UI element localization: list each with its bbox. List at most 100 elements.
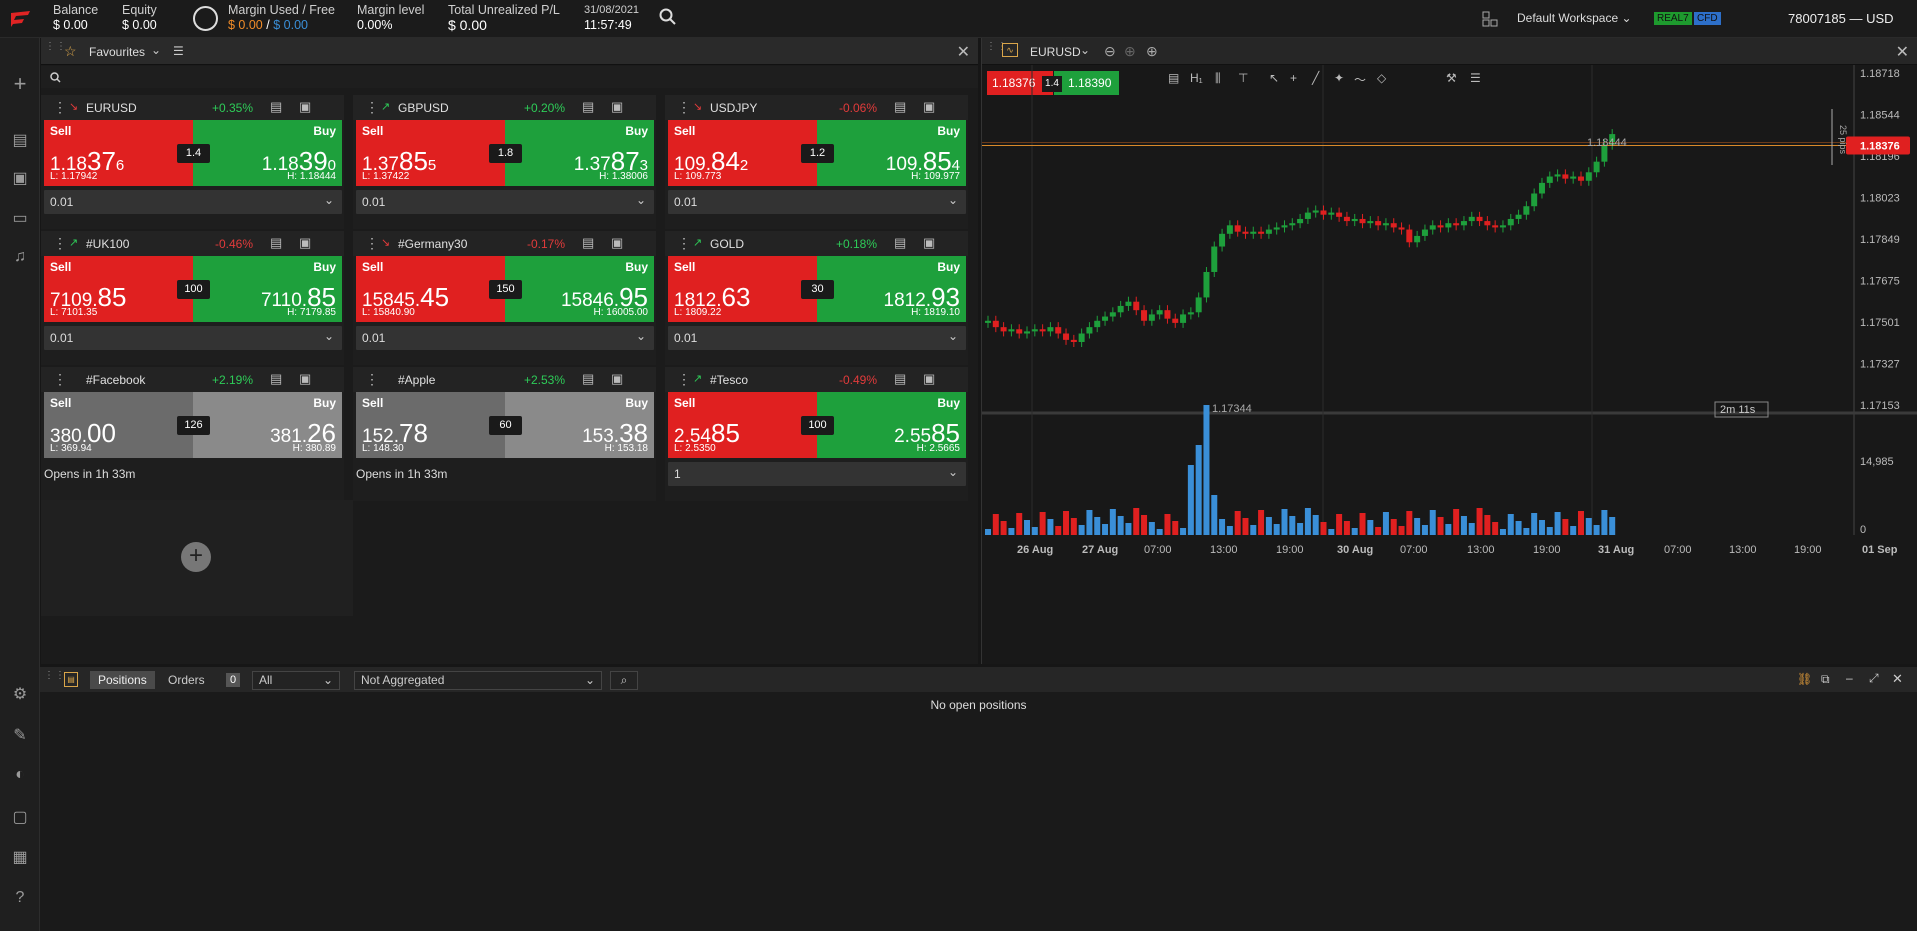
more-icon[interactable]: ⋮ (677, 372, 691, 386)
buy-button[interactable]: Buy 1.37873 H: 1.38006 (505, 120, 654, 186)
instrument-name[interactable]: #Tesco (710, 373, 748, 387)
open-chart-icon[interactable]: ▣ (611, 99, 629, 114)
sell-button[interactable]: Sell 109.842 L: 109.773 (668, 120, 817, 186)
tab-positions[interactable]: Positions (90, 671, 155, 689)
chart-icon[interactable]: ▣ (6, 164, 34, 192)
help-icon[interactable]: ? (6, 884, 34, 912)
sell-button[interactable]: Sell 1.18376 L: 1.17942 (44, 120, 193, 186)
sell-button[interactable]: Sell 15845.45 L: 15840.90 (356, 256, 505, 322)
more-icon[interactable]: ⋮ (365, 100, 379, 114)
order-ticket-icon[interactable]: ▤ (894, 235, 912, 250)
zoom-out-icon[interactable]: ⊖ (1104, 43, 1116, 60)
order-ticket-icon[interactable]: ▤ (270, 235, 288, 250)
order-ticket-icon[interactable]: ▤ (582, 371, 600, 386)
list-view-icon[interactable]: ☰ (173, 44, 184, 58)
buy-button[interactable]: Buy 153.38 H: 153.18 (505, 392, 654, 458)
instrument-name[interactable]: #Facebook (86, 373, 145, 387)
theme-icon[interactable]: ◐ (6, 761, 34, 789)
reset-zoom-icon[interactable]: ⊕ (1124, 43, 1136, 60)
instrument-name[interactable]: EURUSD (86, 101, 137, 115)
sell-button[interactable]: Sell 152.78 L: 148.30 (356, 392, 505, 458)
tab-orders[interactable]: Orders (160, 671, 213, 689)
maximize-icon[interactable]: ⤢ (1869, 671, 1879, 686)
quantity-select[interactable]: 0.01 ⌄ (668, 190, 966, 214)
instrument-name[interactable]: #Germany30 (398, 237, 467, 251)
workspace-select[interactable]: Default Workspace ⌄ (1517, 11, 1632, 25)
wallet-icon[interactable]: ▭ (6, 204, 34, 232)
open-chart-icon[interactable]: ▣ (299, 99, 317, 114)
order-ticket-icon[interactable]: ▤ (894, 371, 912, 386)
brand-logo-icon[interactable] (8, 9, 34, 29)
more-icon[interactable]: ⋮ (53, 236, 67, 250)
instrument-name[interactable]: USDJPY (710, 101, 757, 115)
minimize-icon[interactable]: – (1846, 671, 1853, 685)
buy-button[interactable]: Buy 7110.85 H: 7179.85 (193, 256, 342, 322)
quantity-select[interactable]: 0.01 ⌄ (668, 326, 966, 350)
open-chart-icon[interactable]: ▣ (923, 371, 941, 386)
buy-button[interactable]: Buy 15846.95 H: 16005.00 (505, 256, 654, 322)
quantity-select[interactable]: 0.01 ⌄ (356, 326, 654, 350)
favourites-search[interactable] (41, 66, 978, 88)
bell-icon[interactable]: ♫ (6, 243, 34, 271)
close-icon[interactable]: ✕ (1892, 671, 1903, 687)
link-icon[interactable]: ⛓ (1797, 672, 1812, 686)
more-icon[interactable]: ⋮ (365, 236, 379, 250)
open-chart-icon[interactable]: ▣ (923, 99, 941, 114)
tools-icon[interactable]: ✎ (6, 721, 34, 749)
aggregation-select[interactable]: Not Aggregated ⌄ (354, 671, 602, 690)
orders-icon[interactable]: ▤ (6, 126, 34, 154)
chart-type-icon[interactable]: ∿ (1002, 43, 1018, 57)
sell-button[interactable]: Sell 380.00 L: 369.94 (44, 392, 193, 458)
search-icon[interactable] (659, 8, 677, 26)
account-selector[interactable]: 78007185 — USD (1788, 11, 1894, 26)
more-icon[interactable]: ⋮ (677, 236, 691, 250)
more-icon[interactable]: ⋮ (677, 100, 691, 114)
chat-icon[interactable]: ▢ (6, 803, 34, 831)
buy-button[interactable]: Buy 109.854 H: 109.977 (817, 120, 966, 186)
buy-button[interactable]: Buy 2.5585 H: 2.5665 (817, 392, 966, 458)
drag-handle-icon[interactable]: ⋮⋮ (45, 42, 66, 57)
open-chart-icon[interactable]: ▣ (299, 371, 317, 386)
add-icon[interactable]: + (6, 70, 34, 98)
settings-icon[interactable]: ⚙ (6, 680, 34, 708)
add-instrument-button[interactable]: + (181, 542, 211, 572)
instrument-name[interactable]: #Apple (398, 373, 435, 387)
sell-button[interactable]: Sell 2.5485 L: 2.5350 (668, 392, 817, 458)
workspace-icon[interactable] (1482, 11, 1498, 27)
quantity-select[interactable]: 0.01 ⌄ (44, 190, 342, 214)
instrument-name[interactable]: #UK100 (86, 237, 129, 251)
order-ticket-icon[interactable]: ▤ (270, 99, 288, 114)
chevron-down-icon[interactable]: ⌄ (151, 43, 161, 57)
order-ticket-icon[interactable]: ▤ (582, 99, 600, 114)
buy-button[interactable]: Buy 1.18390 H: 1.18444 (193, 120, 342, 186)
instrument-name[interactable]: GOLD (710, 237, 744, 251)
zoom-in-icon[interactable]: ⊕ (1146, 43, 1158, 60)
drag-handle-icon[interactable]: ⋮⋮ (986, 42, 1007, 57)
open-chart-icon[interactable]: ▣ (299, 235, 317, 250)
open-chart-icon[interactable]: ▣ (611, 235, 629, 250)
quantity-select[interactable]: 1 ⌄ (668, 462, 966, 486)
more-icon[interactable]: ⋮ (53, 372, 67, 386)
chart-symbol[interactable]: EURUSD (1030, 45, 1081, 59)
price-chart[interactable]: 1.187181.185441.181961.180231.178491.176… (982, 65, 1917, 664)
favourites-title[interactable]: Favourites (89, 45, 145, 59)
filter-select[interactable]: All ⌄ (252, 671, 340, 690)
open-chart-icon[interactable]: ▣ (611, 371, 629, 386)
sell-button[interactable]: Sell 1.37855 L: 1.37422 (356, 120, 505, 186)
sell-button[interactable]: Sell 7109.85 L: 7101.35 (44, 256, 193, 322)
sell-button[interactable]: Sell 1812.63 L: 1809.22 (668, 256, 817, 322)
buy-button[interactable]: Buy 381.26 H: 380.89 (193, 392, 342, 458)
close-icon[interactable]: ✕ (1896, 42, 1909, 62)
close-icon[interactable]: ✕ (957, 42, 970, 62)
buy-button[interactable]: Buy 1812.93 H: 1819.10 (817, 256, 966, 322)
order-ticket-icon[interactable]: ▤ (582, 235, 600, 250)
more-icon[interactable]: ⋮ (53, 100, 67, 114)
order-ticket-icon[interactable]: ▤ (270, 371, 288, 386)
instrument-name[interactable]: GBPUSD (398, 101, 449, 115)
positions-search-button[interactable]: ⌕ (610, 671, 638, 690)
open-chart-icon[interactable]: ▣ (923, 235, 941, 250)
order-ticket-icon[interactable]: ▤ (894, 99, 912, 114)
chevron-down-icon[interactable]: ⌄ (1080, 43, 1090, 57)
quantity-select[interactable]: 0.01 ⌄ (356, 190, 654, 214)
more-icon[interactable]: ⋮ (365, 372, 379, 386)
